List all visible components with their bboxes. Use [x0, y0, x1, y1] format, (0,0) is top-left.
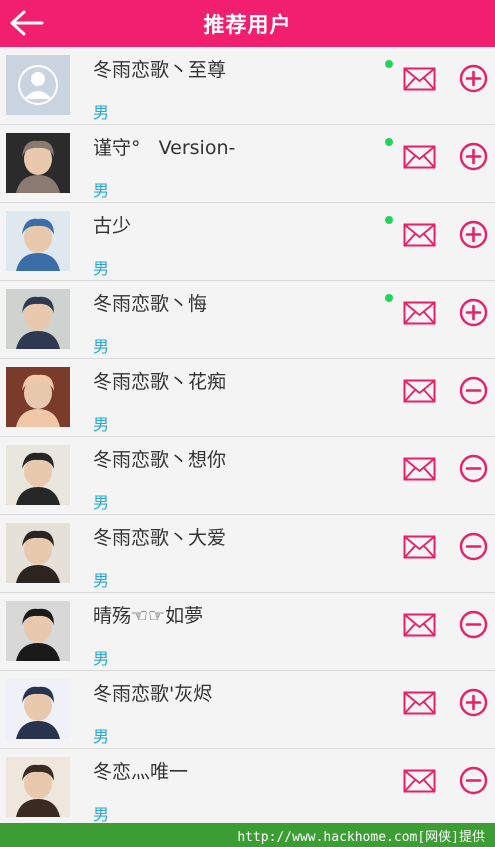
message-icon[interactable] [403, 691, 436, 715]
user-row[interactable]: 冬恋灬唯一 男 [0, 749, 495, 827]
add-friend-icon[interactable] [459, 298, 488, 327]
user-name: 冬雨恋歌丶大爱 [93, 527, 227, 549]
remove-friend-icon[interactable] [459, 766, 488, 795]
message-icon[interactable] [403, 769, 436, 793]
user-name: 冬恋灬唯一 [93, 761, 189, 783]
user-avatar[interactable] [6, 601, 70, 661]
message-icon[interactable] [403, 535, 436, 559]
user-gender: 男 [93, 727, 110, 746]
message-icon[interactable] [403, 301, 436, 325]
user-row[interactable]: 晴殇☜☞如夢 男 [0, 593, 495, 671]
user-gender: 男 [93, 337, 110, 356]
online-status-dot [385, 60, 393, 68]
user-photo [6, 289, 70, 349]
user-avatar[interactable] [6, 523, 70, 583]
user-gender: 男 [93, 649, 110, 668]
user-avatar[interactable] [6, 211, 70, 271]
user-avatar[interactable] [6, 445, 70, 505]
user-avatar[interactable] [6, 289, 70, 349]
user-gender: 男 [93, 103, 110, 122]
user-row[interactable]: 古少 男 [0, 203, 495, 281]
online-status-dot [385, 294, 393, 302]
user-photo [6, 133, 70, 193]
user-gender: 男 [93, 181, 110, 200]
user-photo [6, 445, 70, 505]
message-icon[interactable] [403, 67, 436, 91]
user-row[interactable]: 冬雨恋歌丶花痴 男 [0, 359, 495, 437]
user-row[interactable]: 谨守° Version- 男 [0, 125, 495, 203]
user-gender: 男 [93, 571, 110, 590]
user-avatar[interactable] [6, 133, 70, 193]
online-status-dot [385, 216, 393, 224]
back-arrow-icon[interactable] [8, 8, 44, 38]
user-name: 古少 [93, 215, 132, 237]
user-name: 冬雨恋歌丶想你 [93, 449, 227, 471]
user-name: 冬雨恋歌丶花痴 [93, 371, 227, 393]
user-row[interactable]: 冬雨恋歌丶悔 男 [0, 281, 495, 359]
user-photo [6, 211, 70, 271]
add-friend-icon[interactable] [459, 688, 488, 717]
top-bar: 推荐用户 [0, 0, 495, 47]
user-row[interactable]: 冬雨恋歌丶大爱 男 [0, 515, 495, 593]
user-name: 晴殇☜☞如夢 [93, 605, 204, 627]
remove-friend-icon[interactable] [459, 610, 488, 639]
add-friend-icon[interactable] [459, 220, 488, 249]
page-title: 推荐用户 [203, 12, 292, 37]
message-icon[interactable] [403, 457, 436, 481]
user-avatar[interactable] [6, 757, 70, 817]
user-avatar[interactable] [6, 367, 70, 427]
user-gender: 男 [93, 259, 110, 278]
user-avatar[interactable] [6, 55, 70, 115]
message-icon[interactable] [403, 223, 436, 247]
user-gender: 男 [93, 415, 110, 434]
watermark-bar: http://www.hackhome.com[网侠]提供 [0, 823, 495, 847]
user-photo [6, 601, 70, 661]
user-row[interactable]: 冬雨恋歌丶想你 男 [0, 437, 495, 515]
user-name: 冬雨恋歌丶悔 [93, 293, 208, 315]
message-icon[interactable] [403, 379, 436, 403]
remove-friend-icon[interactable] [459, 454, 488, 483]
online-status-dot [385, 138, 393, 146]
user-name: 冬雨恋歌'灰烬 [93, 683, 213, 705]
user-list: 冬雨恋歌丶至尊 男 谨守° Version- 男 古少 男 冬雨恋歌丶悔 男 冬… [0, 47, 495, 827]
add-friend-icon[interactable] [459, 142, 488, 171]
user-avatar[interactable] [6, 679, 70, 739]
user-gender: 男 [93, 493, 110, 512]
user-name: 谨守° Version- [93, 137, 236, 159]
user-photo [6, 367, 70, 427]
message-icon[interactable] [403, 145, 436, 169]
user-photo [6, 679, 70, 739]
user-row[interactable]: 冬雨恋歌'灰烬 男 [0, 671, 495, 749]
remove-friend-icon[interactable] [459, 376, 488, 405]
user-row[interactable]: 冬雨恋歌丶至尊 男 [0, 47, 495, 125]
message-icon[interactable] [403, 613, 436, 637]
user-photo [6, 757, 70, 817]
user-name: 冬雨恋歌丶至尊 [93, 59, 227, 81]
user-gender: 男 [93, 805, 110, 824]
remove-friend-icon[interactable] [459, 532, 488, 561]
user-photo [6, 523, 70, 583]
add-friend-icon[interactable] [459, 64, 488, 93]
default-avatar-icon [6, 55, 70, 115]
watermark-text: http://www.hackhome.com[网侠]提供 [237, 829, 485, 845]
